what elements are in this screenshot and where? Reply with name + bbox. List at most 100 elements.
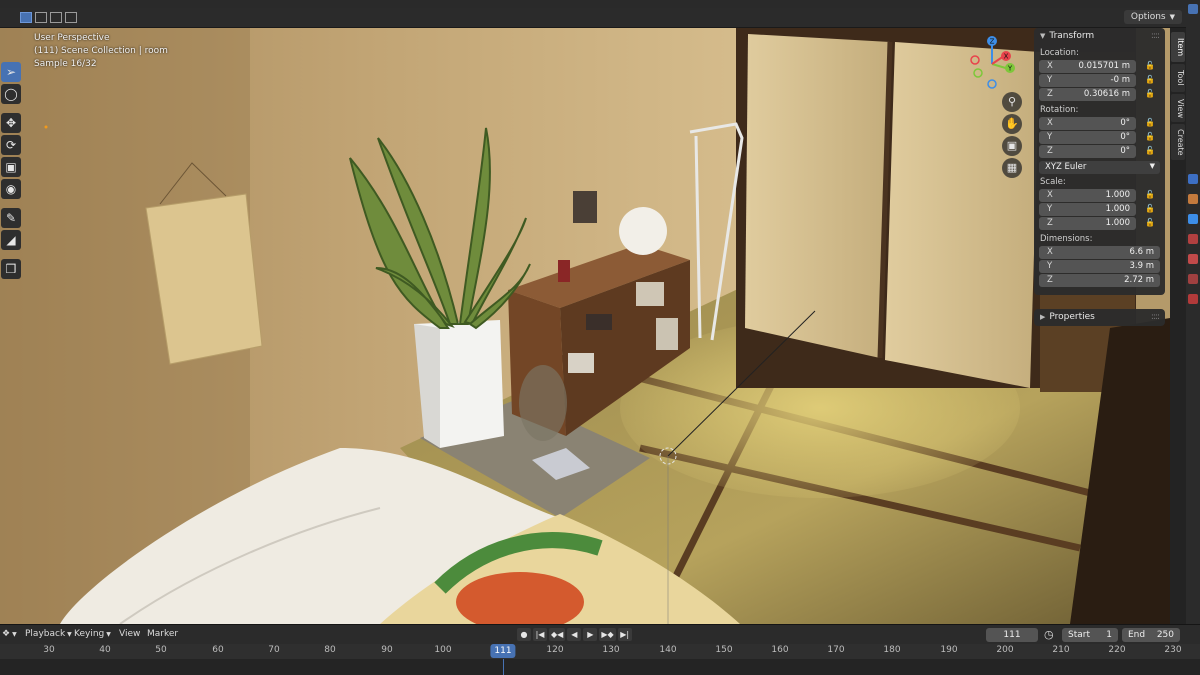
zoom-icon[interactable]: ⚲ (1002, 92, 1022, 112)
lock-icon[interactable]: 🔓 (1145, 218, 1155, 228)
play-icon[interactable]: ▶ (583, 628, 598, 641)
view-layer-icon[interactable] (1188, 214, 1198, 224)
editor-type-icon[interactable]: ❖ ▼ (2, 629, 17, 639)
viewport-collection-label: (111) Scene Collection | room (34, 46, 168, 56)
output-properties-icon[interactable] (1188, 194, 1198, 204)
axis-label: X (1047, 247, 1053, 257)
dimensions-z-field[interactable]: Z 2.72 m (1039, 274, 1160, 287)
navigation-gizmo[interactable]: Z Y X (964, 34, 1024, 94)
frame-tick: 190 (940, 645, 958, 655)
chevron-down-icon: ▼ (67, 631, 72, 638)
options-button[interactable]: Options ▼ (1123, 10, 1182, 24)
properties-panel-header[interactable]: ▶ Properties:::: (1034, 309, 1165, 326)
playhead-frame-indicator[interactable]: 111 (490, 644, 516, 658)
transform-panel-header[interactable]: ▼ Transform:::: (1034, 28, 1165, 45)
axis-label: X (1047, 118, 1053, 128)
timeline-track-area[interactable] (0, 659, 1200, 675)
view-menu[interactable]: View (119, 629, 140, 639)
frame-tick: 160 (771, 645, 789, 655)
camera-view-icon[interactable]: ▣ (1002, 136, 1022, 156)
scale-tool-icon[interactable]: ▣ (1, 157, 21, 177)
lock-icon[interactable]: 🔓 (1145, 61, 1155, 71)
field-value: -0 m (1110, 75, 1130, 85)
playhead-line[interactable] (503, 659, 504, 675)
select-extend-icon[interactable] (35, 12, 47, 23)
jump-end-icon[interactable]: ▶| (617, 628, 632, 641)
marker-menu[interactable]: Marker (147, 629, 178, 639)
clock-icon[interactable]: ◷ (1044, 628, 1054, 641)
tab-create[interactable]: Create (1171, 124, 1185, 160)
lock-icon[interactable]: 🔓 (1145, 89, 1155, 99)
lock-icon[interactable]: 🔓 (1145, 204, 1155, 214)
prev-keyframe-icon[interactable]: ◆◀ (549, 628, 566, 641)
world-properties-icon[interactable] (1188, 254, 1198, 264)
gizmo-neg-x-handle[interactable] (970, 55, 980, 65)
rotation-y-field[interactable]: Y 0° (1039, 131, 1136, 144)
axis-label: Y (1047, 75, 1053, 85)
annotate-tool-icon[interactable]: ✎ (1, 208, 21, 228)
record-icon[interactable]: ● (517, 628, 531, 641)
scene-properties-icon[interactable] (1188, 234, 1198, 244)
location-y-field[interactable]: Y -0 m (1039, 74, 1136, 87)
dimensions-y-field[interactable]: Y 3.9 m (1039, 260, 1160, 273)
axis-label: Y (1047, 132, 1053, 142)
select-subtract-icon[interactable] (50, 12, 62, 23)
rotation-mode-select[interactable]: XYZ Euler ▼ (1039, 161, 1160, 174)
transform-tool-icon[interactable]: ◉ (1, 179, 21, 199)
active-tab-icon[interactable] (1188, 4, 1198, 14)
start-frame-field[interactable]: Start 1 (1062, 628, 1118, 642)
axis-label: Z (1047, 218, 1053, 228)
lock-icon[interactable]: 🔓 (1145, 118, 1155, 128)
ortho-grid-icon[interactable]: ▦ (1002, 158, 1022, 178)
select-invert-icon[interactable] (65, 12, 77, 23)
gizmo-x-label: X (1004, 53, 1009, 61)
drag-handle-icon[interactable]: :::: (1151, 31, 1160, 41)
scale-y-field[interactable]: Y 1.000 (1039, 203, 1136, 216)
lock-icon[interactable]: 🔓 (1145, 190, 1155, 200)
render-properties-icon[interactable] (1188, 174, 1198, 184)
keying-menu[interactable]: Keying ▼ (74, 629, 111, 639)
drag-handle-icon[interactable]: :::: (1151, 312, 1160, 322)
playback-controls: ● |◀ ◆◀ ◀ ▶ ▶◆ ▶| (517, 628, 632, 641)
axis-label: Z (1047, 89, 1053, 99)
viewport-sample-label: Sample 16/32 (34, 59, 97, 69)
viewport-3d[interactable]: User Perspective (111) Scene Collection … (0, 28, 1170, 624)
rotation-x-field[interactable]: X 0° (1039, 117, 1136, 130)
location-z-field[interactable]: Z 0.30616 m (1039, 88, 1136, 101)
pan-hand-icon[interactable]: ✋ (1002, 114, 1022, 134)
lock-icon[interactable]: 🔓 (1145, 132, 1155, 142)
tab-tool[interactable]: Tool (1171, 64, 1185, 92)
start-value: 1 (1106, 630, 1112, 640)
playback-menu[interactable]: Playback ▼ (25, 629, 72, 639)
timeline-ruler[interactable]: 30 40 50 60 70 80 90 100 111 120 130 140… (0, 644, 1200, 659)
location-x-field[interactable]: X 0.015701 m (1039, 60, 1136, 73)
add-cube-icon[interactable]: ❒ (1, 259, 21, 279)
tab-view[interactable]: View (1171, 94, 1185, 122)
scale-z-field[interactable]: Z 1.000 (1039, 217, 1136, 230)
dimensions-x-field[interactable]: X 6.6 m (1039, 246, 1160, 259)
scale-x-field[interactable]: X 1.000 (1039, 189, 1136, 202)
jump-start-icon[interactable]: |◀ (533, 628, 547, 641)
rotate-tool-icon[interactable]: ⟳ (1, 135, 21, 155)
play-reverse-icon[interactable]: ◀ (567, 628, 582, 641)
lock-icon[interactable]: 🔓 (1145, 146, 1155, 156)
select-box-icon[interactable]: ➢ (1, 62, 21, 82)
next-keyframe-icon[interactable]: ▶◆ (599, 628, 616, 641)
gizmo-neg-z-handle[interactable] (987, 79, 997, 89)
gizmo-neg-y-handle[interactable] (973, 68, 983, 78)
select-new-icon[interactable] (20, 12, 32, 23)
tab-item[interactable]: Item (1171, 32, 1185, 62)
end-value: 250 (1156, 630, 1174, 640)
measure-tool-icon[interactable]: ◢ (1, 230, 21, 250)
current-frame-field[interactable]: 111 (986, 628, 1038, 642)
cursor-tool-icon[interactable]: ◯ (1, 84, 21, 104)
object-properties-icon[interactable] (1188, 274, 1198, 284)
lock-icon[interactable]: 🔓 (1145, 75, 1155, 85)
scale-label: Scale: (1040, 177, 1066, 187)
chevron-down-icon: ▼ (1149, 162, 1155, 170)
end-frame-field[interactable]: End 250 (1122, 628, 1180, 642)
move-tool-icon[interactable]: ✥ (1, 113, 21, 133)
modifier-properties-icon[interactable] (1188, 294, 1198, 304)
rotation-z-field[interactable]: Z 0° (1039, 145, 1136, 158)
chevron-down-icon: ▼ (1169, 13, 1175, 21)
